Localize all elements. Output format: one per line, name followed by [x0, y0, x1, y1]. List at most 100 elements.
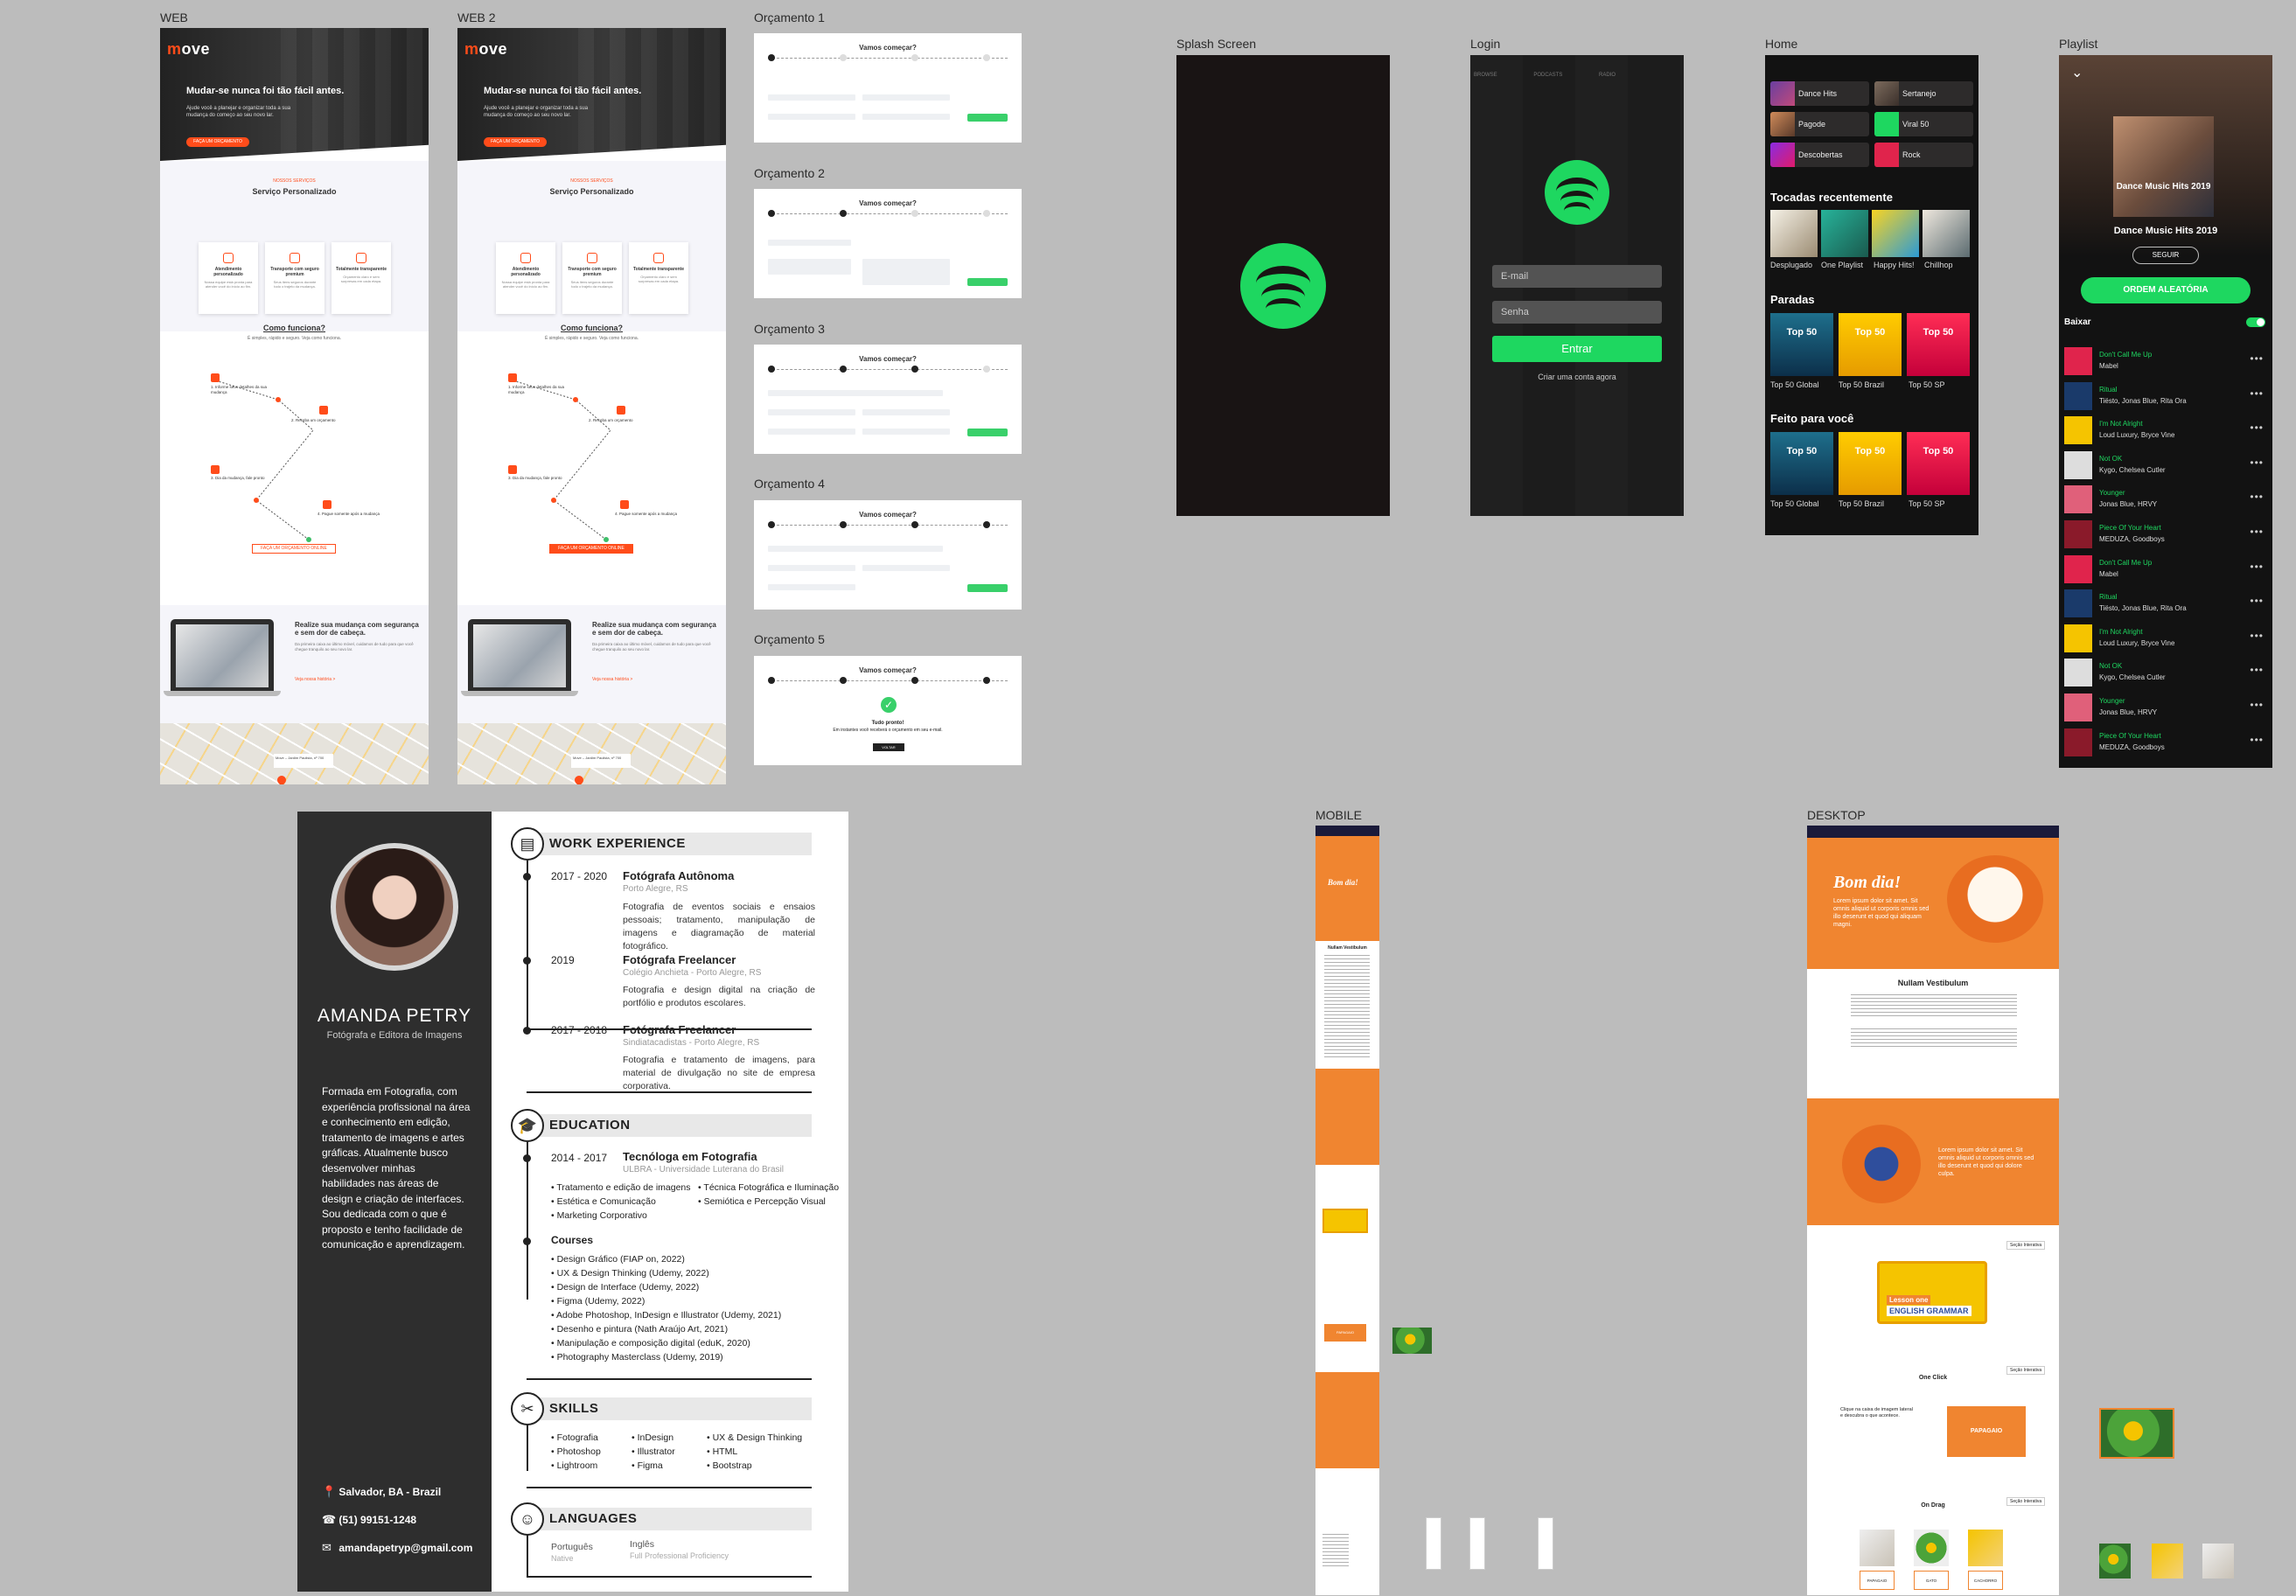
parrot-image[interactable] [1914, 1530, 1949, 1566]
track-row[interactable]: Don't Call Me Up Mabel ••• [2064, 345, 2267, 377]
genre-tile[interactable]: Pagode [1770, 112, 1869, 136]
more-options-icon[interactable]: ••• [2250, 699, 2264, 711]
input-field[interactable] [862, 94, 950, 101]
input-field[interactable] [768, 409, 855, 415]
genre-tile[interactable]: Descobertas [1770, 143, 1869, 167]
online-quote-button[interactable]: FAÇA UM ORÇAMENTO ONLINE [549, 544, 633, 554]
input-field[interactable] [862, 409, 950, 415]
track-row[interactable]: I'm Not Alright Loud Luxury, Bryce Vine ••… [2064, 415, 2267, 446]
chart-cover[interactable]: Top 50 [1770, 432, 1833, 495]
genre-tile[interactable]: Rock [1874, 143, 1973, 167]
chevron-down-icon[interactable]: ⌄ [2071, 64, 2083, 81]
online-quote-button[interactable]: FAÇA UM ORÇAMENTO ONLINE [252, 544, 336, 554]
input-field[interactable] [768, 584, 855, 590]
cat-thumb[interactable] [2152, 1544, 2183, 1579]
map[interactable]: Move – Jardim Paulista, nº 700 [160, 723, 429, 784]
more-options-icon[interactable]: ••• [2250, 526, 2264, 538]
story-link[interactable]: Veja nossa história > [295, 677, 335, 682]
dog-image[interactable] [1860, 1530, 1895, 1566]
timeline-line [527, 861, 528, 1028]
track-row[interactable]: Younger Jonas Blue, HRVY ••• [2064, 692, 2267, 723]
step-1: 1. Informe seus detalhes da sua mudança [211, 385, 268, 394]
track-row[interactable]: Not OK Kygo, Chelsea Cutler ••• [2064, 450, 2267, 481]
input-field[interactable] [862, 114, 950, 120]
track-row[interactable]: Ritual Tiësto, Jonas Blue, Rita Ora ••• [2064, 588, 2267, 619]
next-button[interactable] [967, 429, 1008, 436]
dog-thumb[interactable] [2202, 1544, 2234, 1579]
parrot-image[interactable] [1392, 1328, 1432, 1354]
textarea-field[interactable] [862, 259, 950, 285]
chart-cover[interactable]: Top 50 [1770, 313, 1833, 376]
quote-button[interactable]: FAÇA UM ORÇAMENTO [484, 137, 547, 147]
parrot-thumb[interactable] [2099, 1544, 2131, 1579]
parrot-image[interactable] [2099, 1408, 2174, 1459]
lesson-card[interactable] [1322, 1209, 1368, 1233]
email-field[interactable]: E-mail [1492, 265, 1662, 288]
genre-tile[interactable]: Sertanejo [1874, 81, 1973, 106]
track-row[interactable]: Piece Of Your Heart MEDUZA, Goodboys ••• [2064, 519, 2267, 550]
drop-zone[interactable]: PAPAGAIO [1860, 1571, 1895, 1590]
parrot-button[interactable]: PAPAGAIO [1324, 1324, 1366, 1342]
story-link[interactable]: Veja nossa história > [592, 677, 632, 682]
chart-cover[interactable]: Top 50 [1839, 313, 1902, 376]
playlist-cover[interactable] [1923, 210, 1970, 257]
more-options-icon[interactable]: ••• [2250, 664, 2264, 676]
more-options-icon[interactable]: ••• [2250, 387, 2264, 400]
parrot-button[interactable]: PAPAGAIO [1947, 1406, 2026, 1457]
more-options-icon[interactable]: ••• [2250, 734, 2264, 746]
playlist-cover[interactable] [1821, 210, 1868, 257]
input-field[interactable] [862, 565, 950, 571]
track-row[interactable]: Younger Jonas Blue, HRVY ••• [2064, 484, 2267, 515]
track-row[interactable]: Don't Call Me Up Mabel ••• [2064, 554, 2267, 585]
track-row[interactable]: Ritual Tiësto, Jonas Blue, Rita Ora ••• [2064, 380, 2267, 412]
drop-zone[interactable]: GATO [1914, 1571, 1949, 1590]
quote-button[interactable]: FAÇA UM ORÇAMENTO [186, 137, 249, 147]
next-button[interactable] [967, 584, 1008, 592]
map[interactable]: Move – Jardim Paulista, nº 700 [457, 723, 726, 784]
input-field[interactable] [768, 429, 855, 435]
create-account-link[interactable]: Criar uma conta agora [1470, 373, 1684, 381]
drop-zone[interactable]: CACHORRO [1968, 1571, 2003, 1590]
more-options-icon[interactable]: ••• [2250, 561, 2264, 573]
input-field[interactable] [768, 94, 855, 101]
lesson-card[interactable]: Lesson one ENGLISH GRAMMAR [1877, 1261, 1987, 1324]
input-field[interactable] [768, 546, 943, 552]
more-options-icon[interactable]: ••• [2250, 630, 2264, 642]
chart-cover[interactable]: Top 50 [1907, 313, 1970, 376]
track-row[interactable]: I'm Not Alright Loud Luxury, Bryce Vine ••… [2064, 623, 2267, 654]
chart-cover[interactable]: Top 50 [1839, 432, 1902, 495]
track-row[interactable]: Not OK Kygo, Chelsea Cutler ••• [2064, 657, 2267, 688]
input-field[interactable] [862, 429, 950, 435]
playlist-cover[interactable] [1770, 210, 1818, 257]
drag-thumbs[interactable] [1426, 1517, 1441, 1570]
more-options-icon[interactable]: ••• [2250, 422, 2264, 434]
cover-text: Dance Music Hits 2019 [2116, 182, 2211, 192]
next-button[interactable] [967, 278, 1008, 286]
input-field[interactable] [768, 565, 855, 571]
playlist-cover[interactable] [1872, 210, 1919, 257]
input-field[interactable] [768, 390, 943, 396]
textarea-field[interactable] [768, 259, 851, 275]
chart-cover[interactable]: Top 50 [1907, 432, 1970, 495]
shuffle-button[interactable]: ORDEM ALEATÓRIA [2081, 277, 2251, 303]
follow-button[interactable]: SEGUIR [2132, 247, 2199, 264]
move-logo[interactable]: move [464, 40, 507, 59]
input-field[interactable] [768, 114, 855, 120]
download-toggle[interactable] [2246, 317, 2265, 327]
genre-tile[interactable]: Viral 50 [1874, 112, 1973, 136]
login-button[interactable]: Entrar [1492, 336, 1662, 362]
next-button[interactable] [967, 114, 1008, 122]
track-row[interactable]: Piece Of Your Heart MEDUZA, Goodboys ••• [2064, 727, 2267, 758]
drag-thumbs[interactable] [1538, 1517, 1553, 1570]
more-options-icon[interactable]: ••• [2250, 595, 2264, 607]
cat-image[interactable] [1968, 1530, 2003, 1566]
more-options-icon[interactable]: ••• [2250, 352, 2264, 365]
select-field[interactable] [768, 240, 851, 246]
genre-tile[interactable]: Dance Hits [1770, 81, 1869, 106]
move-logo[interactable]: move [167, 40, 210, 59]
more-options-icon[interactable]: ••• [2250, 491, 2264, 503]
more-options-icon[interactable]: ••• [2250, 456, 2264, 469]
back-button[interactable]: VOLTAR [873, 743, 904, 751]
password-field[interactable]: Senha [1492, 301, 1662, 324]
drag-thumbs[interactable] [1469, 1517, 1485, 1570]
